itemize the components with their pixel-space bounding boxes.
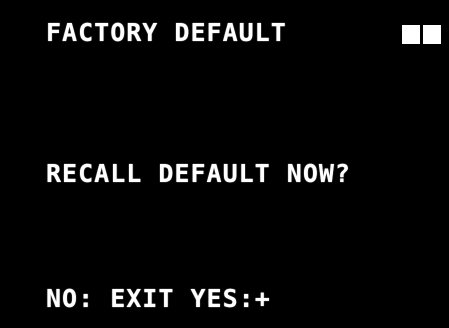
menu-title: FACTORY DEFAULT [46,18,287,47]
block-indicator-icon [402,25,442,44]
no-exit-option[interactable]: NO: EXIT [46,284,174,313]
indicator-block-1 [402,25,420,44]
yes-label: YES: [190,284,255,313]
indicator-block-2 [423,25,441,44]
yes-option[interactable]: YES:+ [190,284,270,313]
recall-prompt: RECALL DEFAULT NOW? [46,159,351,188]
plus-icon: + [254,284,271,313]
options-row: NO: EXIT YES:+ [46,284,271,314]
osd-screen: FACTORY DEFAULT RECALL DEFAULT NOW? NO: … [0,0,449,328]
